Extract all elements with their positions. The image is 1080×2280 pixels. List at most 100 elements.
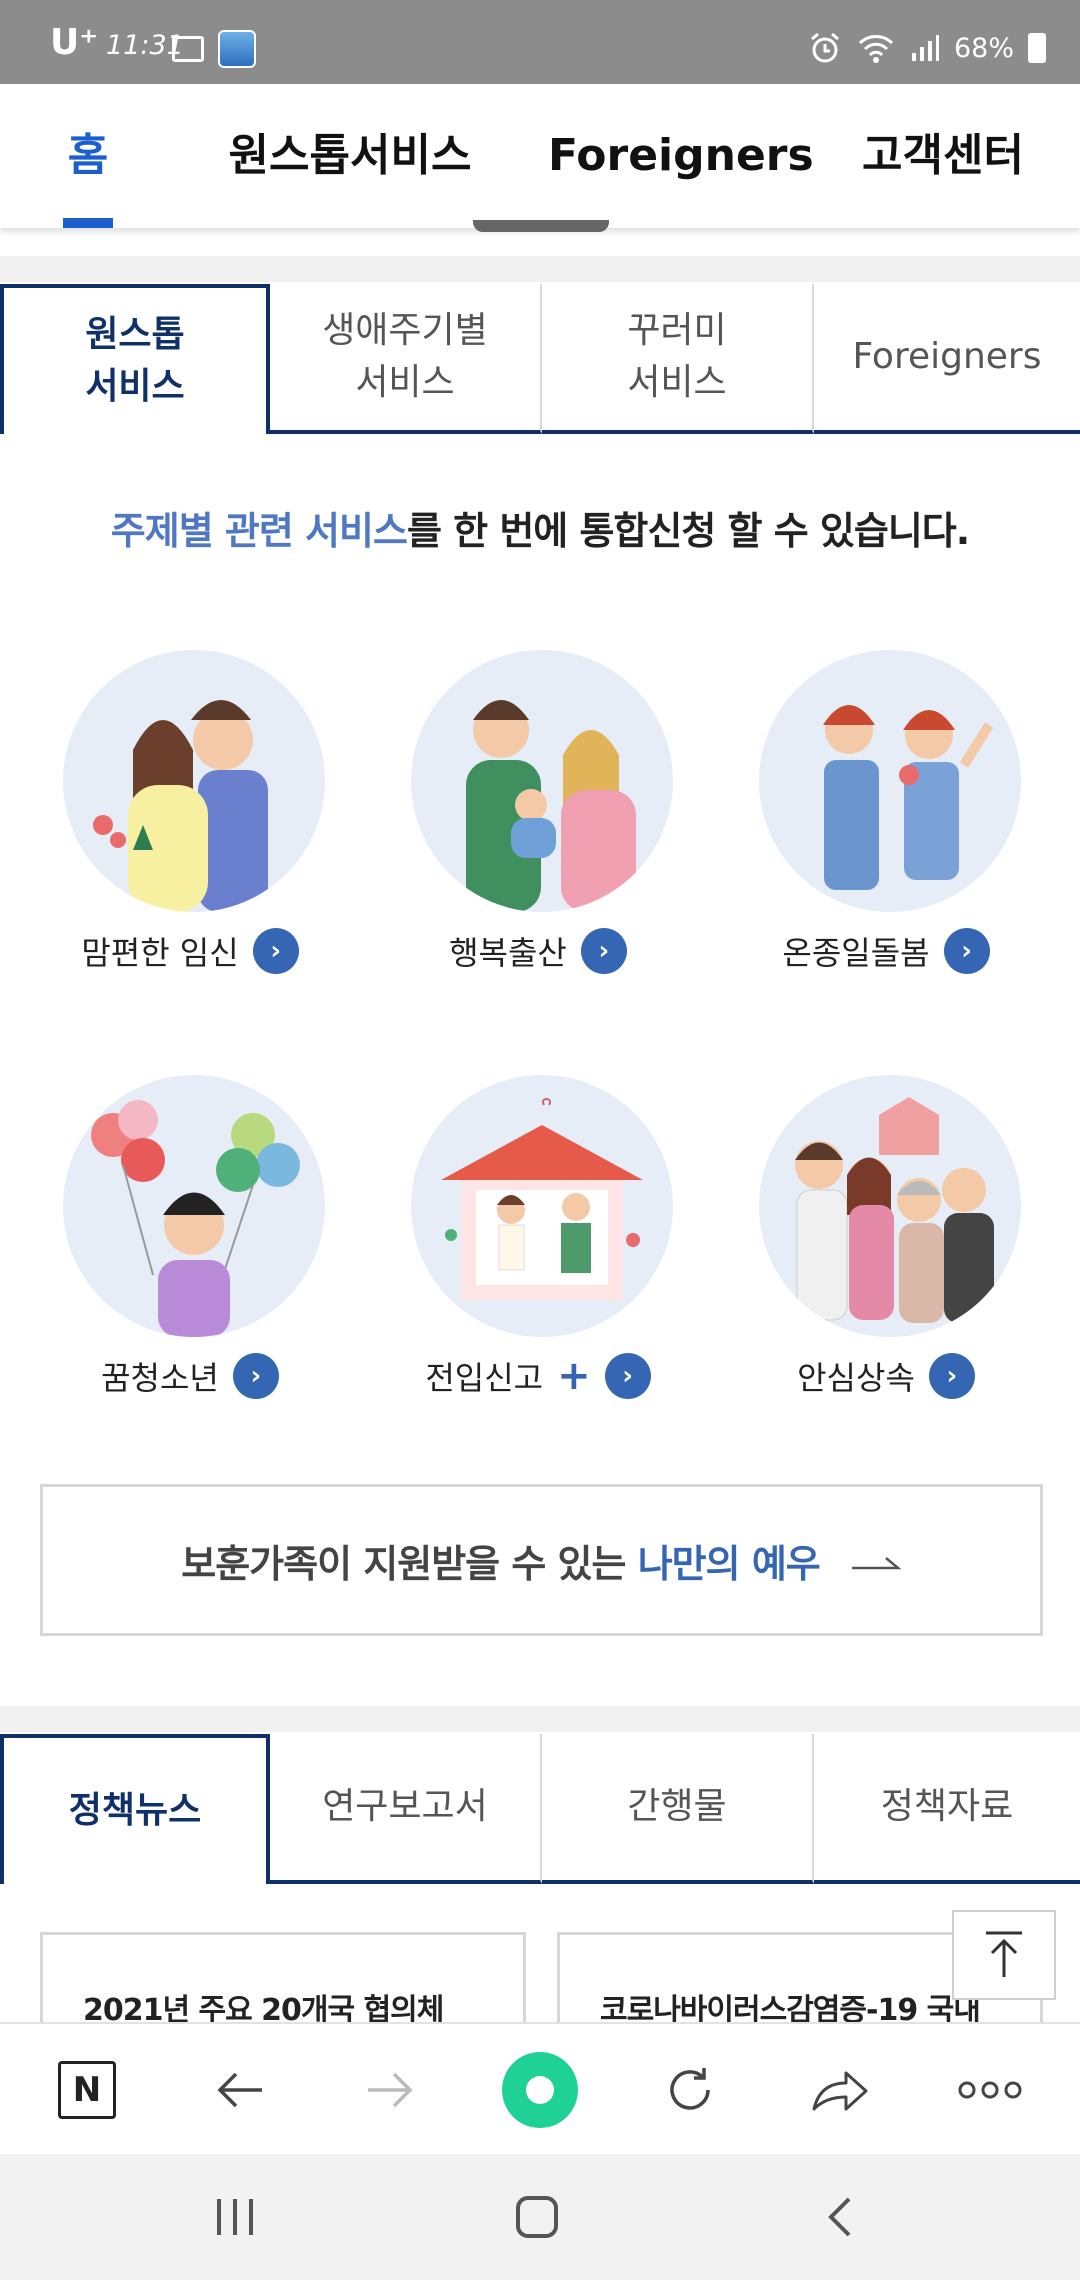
- wifi-icon: [858, 35, 894, 63]
- scroll-to-top-button[interactable]: [952, 1910, 1056, 2000]
- app-notification-icon: [218, 30, 256, 68]
- service-childcare[interactable]: 온종일돌봄 ›: [716, 650, 1056, 974]
- gallery-icon: [172, 36, 204, 62]
- forward-icon: [368, 2072, 413, 2108]
- tab-label-line1: Foreigners: [852, 336, 1042, 377]
- service-label-row: 꿈청소년 ›: [20, 1353, 360, 1399]
- tab-label: 정책자료: [880, 1786, 1014, 1827]
- status-bar: U⁺ 11:31 68%: [0, 0, 1080, 84]
- inheritance-illustration: [759, 1075, 1021, 1337]
- green-dot-icon: [502, 2052, 578, 2128]
- service-move-in[interactable]: 전입신고 + ›: [368, 1075, 708, 1399]
- tab-label-line1: 원스톱: [85, 314, 185, 355]
- policy-tabs: 정책뉴스 연구보고서 간행물 정책자료: [0, 1734, 1080, 1884]
- intro-rest: 를 한 번에 통합신청 할 수 있습니다.: [406, 509, 970, 553]
- move-in-illustration: [411, 1075, 673, 1337]
- recent-apps-button[interactable]: [175, 2154, 295, 2280]
- tab-label-line1: 생애주기별: [322, 310, 488, 351]
- battery-icon: [1028, 33, 1046, 63]
- service-label: 안심상속: [797, 1359, 915, 1397]
- tab-label-line1: 꾸러미: [627, 310, 727, 351]
- chevron-right-icon[interactable]: ›: [232, 1353, 279, 1399]
- tab-policy-news[interactable]: 정책뉴스: [0, 1734, 270, 1884]
- service-youth[interactable]: 꿈청소년 ›: [20, 1075, 360, 1399]
- browser-toolbar: N: [0, 2022, 1080, 2154]
- pregnancy-illustration: [63, 650, 325, 912]
- service-label: 전입신고: [425, 1359, 544, 1397]
- youth-illustration: [63, 1075, 325, 1337]
- top-tab-label: 홈: [67, 130, 109, 181]
- system-back-button[interactable]: [780, 2154, 900, 2280]
- battery-percent: 68%: [953, 32, 1014, 64]
- service-label-row: 전입신고 + ›: [368, 1353, 708, 1399]
- share-icon: [812, 2071, 868, 2111]
- arrow-right-icon: [851, 1557, 902, 1570]
- refresh-icon: [670, 2068, 710, 2110]
- naver-home-icon: N: [58, 2061, 116, 2119]
- service-pregnancy[interactable]: 맘편한 임신 ›: [20, 650, 360, 974]
- more-icon: [958, 2081, 1022, 2099]
- chevron-right-icon[interactable]: ›: [943, 928, 990, 974]
- section-divider: [0, 1706, 1080, 1732]
- service-childbirth[interactable]: 행복출산 ›: [368, 650, 708, 974]
- top-navigation: 홈 원스톱서비스 Foreigners 고객센터: [0, 84, 1080, 228]
- home-button[interactable]: [477, 2154, 597, 2280]
- naver-home-button[interactable]: N: [37, 2024, 137, 2156]
- recent-apps-icon: [217, 2199, 253, 2235]
- back-button[interactable]: [190, 2024, 290, 2156]
- carrier-label: U⁺: [50, 22, 99, 63]
- intro-text: 주제별 관련 서비스를 한 번에 통합신청 할 수 있습니다.: [0, 500, 1080, 555]
- veterans-text: 보훈가족이 지원받을 수 있는 나만의 예우: [181, 1533, 821, 1588]
- chevron-right-icon[interactable]: ›: [928, 1353, 975, 1399]
- tab-research-reports[interactable]: 연구보고서: [270, 1734, 542, 1884]
- refresh-button[interactable]: [640, 2024, 740, 2156]
- tab-label: 정책뉴스: [68, 1790, 202, 1831]
- tab-policy-materials[interactable]: 정책자료: [814, 1734, 1080, 1884]
- tab-label-line2: 서비스: [355, 362, 455, 403]
- veterans-text-main: 보훈가족이 지원받을 수 있는: [181, 1541, 638, 1586]
- more-button[interactable]: [940, 2024, 1040, 2156]
- share-button[interactable]: [790, 2024, 890, 2156]
- plus-icon: +: [557, 1353, 591, 1399]
- tab-onestop-service[interactable]: 원스톱 서비스: [0, 284, 270, 434]
- green-dot-button[interactable]: [490, 2024, 590, 2156]
- top-tab-onestop[interactable]: 원스톱서비스: [210, 84, 490, 228]
- chevron-right-icon[interactable]: ›: [252, 928, 299, 974]
- top-tab-foreigners[interactable]: Foreigners: [548, 84, 814, 228]
- tab-publications[interactable]: 간행물: [542, 1734, 814, 1884]
- service-label: 꿈청소년: [101, 1359, 219, 1397]
- naver-home-label: N: [72, 2070, 102, 2110]
- forward-button[interactable]: [340, 2024, 440, 2156]
- service-label: 행복출산: [449, 934, 567, 972]
- service-label-row: 온종일돌봄 ›: [716, 928, 1056, 974]
- service-inheritance[interactable]: 안심상속 ›: [716, 1075, 1056, 1399]
- chevron-right-icon[interactable]: ›: [580, 928, 627, 974]
- tab-label: 연구보고서: [322, 1786, 488, 1827]
- tab-label-line2: 서비스: [85, 366, 185, 407]
- tab-label: 간행물: [627, 1786, 727, 1827]
- system-navigation-bar: [0, 2154, 1080, 2280]
- service-label-row: 안심상속 ›: [716, 1353, 1056, 1399]
- service-tabs: 원스톱 서비스 생애주기별 서비스 꾸러미 서비스 Foreigners: [0, 284, 1080, 434]
- service-label-row: 맘편한 임신 ›: [20, 928, 360, 974]
- top-tab-customer-center[interactable]: 고객센터: [848, 84, 1038, 228]
- home-icon: [516, 2196, 558, 2238]
- alarm-icon: [811, 32, 839, 63]
- intro-highlight: 주제별 관련 서비스: [110, 509, 408, 553]
- tab-foreigners-service[interactable]: Foreigners: [814, 284, 1080, 434]
- scroll-indicator: [473, 220, 609, 232]
- tab-lifecycle-service[interactable]: 생애주기별 서비스: [270, 284, 542, 434]
- childcare-illustration: [759, 650, 1021, 912]
- childbirth-illustration: [411, 650, 673, 912]
- active-tab-indicator: [63, 218, 113, 228]
- service-label-row: 행복출산 ›: [368, 928, 708, 974]
- section-divider: [0, 256, 1080, 282]
- top-tab-home[interactable]: 홈: [40, 84, 136, 228]
- tab-label-line2: 서비스: [627, 362, 727, 403]
- chevron-right-icon[interactable]: ›: [604, 1353, 651, 1399]
- arrow-up-icon: [986, 1931, 1022, 1977]
- service-label: 맘편한 임신: [81, 934, 239, 972]
- veterans-highlight: 나만의 예우: [637, 1541, 821, 1586]
- veterans-benefit-link[interactable]: 보훈가족이 지원받을 수 있는 나만의 예우: [40, 1484, 1043, 1636]
- tab-package-service[interactable]: 꾸러미 서비스: [542, 284, 814, 434]
